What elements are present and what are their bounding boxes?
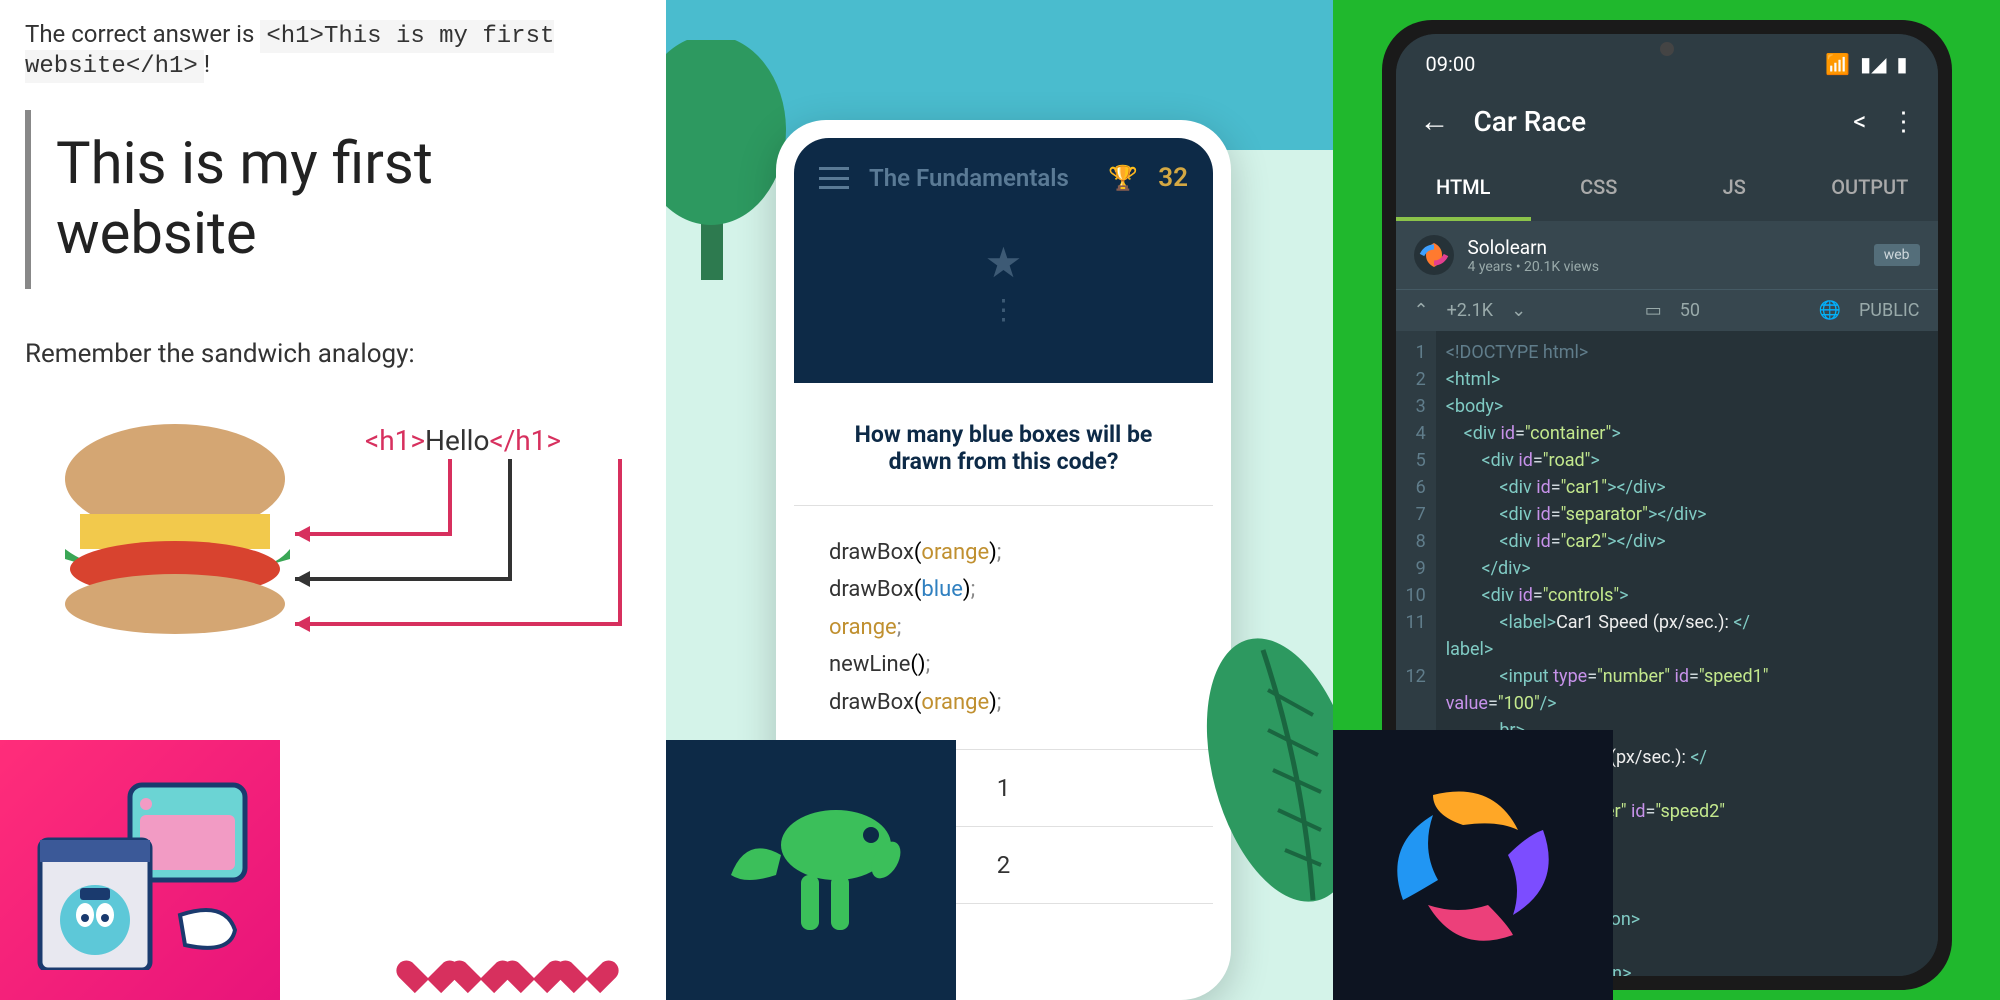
trophy-count: 32 [1158,163,1188,193]
mimo-panel: The correct answer is <h1>This is my fir… [0,0,666,1000]
heart-icon [462,947,500,985]
meta-sub: 4 years • 20.1K views [1468,259,1860,275]
tab-output[interactable]: OUTPUT [1802,157,1938,221]
burger-icon [45,419,305,639]
wifi-icon: 📶 [1825,52,1850,76]
code-snippet: drawBox(orange);drawBox(blue);orange;new… [794,506,1213,749]
signal-icon: ▮◢ [1860,52,1886,76]
platform-badge: web [1874,244,1920,266]
comment-icon[interactable]: ▭ [1645,300,1662,321]
back-icon[interactable]: ← [1420,104,1450,139]
tab-css[interactable]: CSS [1531,157,1667,221]
menu-icon[interactable] [819,167,849,189]
mimo-app-icon [0,740,280,1000]
rendered-heading: This is my first website [25,110,641,289]
hearts-row [409,947,606,985]
sololearn-app-icon [1333,730,1613,1000]
lesson-title: The Fundamentals [869,164,1088,192]
dots-icon: ⋮ [990,303,1018,317]
question-text: How many blue boxes will be drawn from t… [794,383,1213,506]
visibility-label: PUBLIC [1859,300,1920,321]
share-icon[interactable]: < [1853,107,1866,137]
downvote-icon[interactable]: ⌄ [1511,300,1526,321]
battery-icon: ▮ [1896,52,1907,76]
globe-icon: 🌐 [1819,300,1841,321]
project-meta: Sololearn 4 years • 20.1K views web [1396,221,1938,289]
heart-icon [515,947,553,985]
arrows-diagram [275,444,635,664]
app-bar: ← Car Race < ⋮ [1396,86,1938,157]
comment-count: 50 [1680,300,1700,321]
tabs-row: HTMLCSSJSOUTPUT [1396,157,1938,221]
grasshopper-app-icon [666,740,956,1000]
more-icon[interactable]: ⋮ [1891,107,1914,137]
trophy-icon: 🏆 [1108,164,1138,192]
status-time: 09:00 [1426,52,1476,76]
grasshopper-panel: The Fundamentals 🏆 32 ★ ⋮ How many blue … [666,0,1333,1000]
answer-text: The correct answer is <h1>This is my fir… [25,20,641,80]
upvote-icon[interactable]: ⌃ [1414,300,1429,321]
tab-html[interactable]: HTML [1396,157,1532,221]
remember-text: Remember the sandwich analogy: [25,339,641,369]
sandwich-diagram: <h1>Hello</h1> [25,409,641,689]
author-avatar[interactable] [1414,235,1454,275]
author-name: Sololearn [1468,236,1860,259]
tab-js[interactable]: JS [1667,157,1803,221]
heart-icon [568,947,606,985]
vote-bar: ⌃ +2.1K ⌄ ▭ 50 🌐 PUBLIC [1396,289,1938,331]
page-title: Car Race [1474,105,1830,138]
sololearn-panel: 09:00 📶 ▮◢ ▮ ← Car Race < ⋮ HTMLCSSJSOUT… [1333,0,2000,1000]
camera-icon [1660,42,1674,56]
vote-count: +2.1K [1447,300,1494,321]
heart-icon [409,947,447,985]
star-icon: ★ [985,238,1023,288]
lesson-header: The Fundamentals 🏆 32 ★ ⋮ [794,138,1213,383]
leaf-decoration [1173,620,1333,920]
